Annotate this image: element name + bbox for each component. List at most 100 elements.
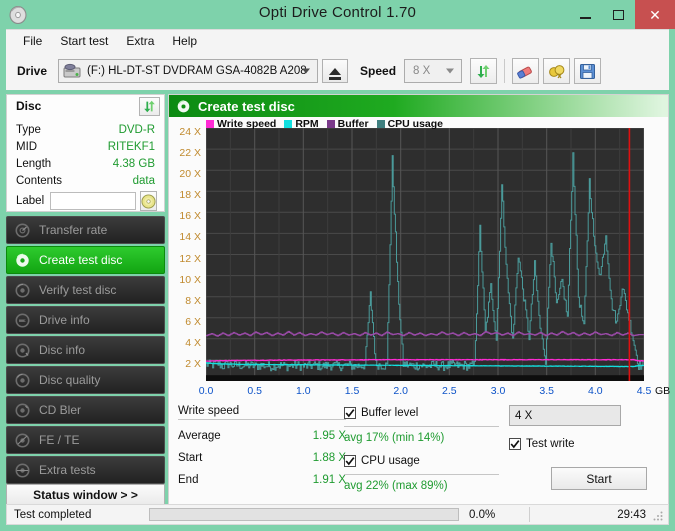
disc-label-key: Label xyxy=(16,195,45,207)
medal-button[interactable] xyxy=(543,58,571,84)
y-axis-tick: 14 X xyxy=(179,231,201,244)
disc-label-input[interactable] xyxy=(50,192,137,210)
legend-item-write-speed: Write speed xyxy=(206,118,276,130)
disc-row-type-key: Type xyxy=(16,123,41,136)
sidebar-item-label: FE / TE xyxy=(39,433,80,447)
chart-y-axis: 2 X 4 X 6 X 8 X 10 X 12 X 14 X 16 X 18 X 20 X 22 X… xyxy=(169,121,203,386)
y-axis-tick: 22 X xyxy=(179,147,201,160)
x-axis-tick: 3.5 xyxy=(539,385,554,397)
y-axis-tick: 16 X xyxy=(179,210,201,223)
disc-label-read-button[interactable] xyxy=(140,191,158,211)
legend-label: Buffer xyxy=(337,118,369,130)
stat-key: Start xyxy=(178,452,203,464)
drive-label: Drive xyxy=(17,64,48,78)
disc-write-icon xyxy=(176,99,191,114)
sidebar-item-disc-info[interactable]: Disc info xyxy=(6,336,165,364)
buffer-level-stat: avg 17% (min 14%) xyxy=(344,432,445,444)
save-button[interactable] xyxy=(574,58,602,84)
y-axis-tick: 6 X xyxy=(185,315,201,328)
speed-label: Speed xyxy=(360,64,397,78)
resize-grip[interactable] xyxy=(653,510,664,521)
left-panel: Disc Type DVD-R MID RITEKF1 Length 4.38 … xyxy=(6,94,165,506)
speed-select[interactable]: 8 X xyxy=(404,59,463,83)
start-button[interactable]: Start xyxy=(551,467,647,490)
menu-item-help[interactable]: Help xyxy=(163,31,206,51)
disc-row-length-key: Length xyxy=(16,157,52,170)
maximize-button[interactable] xyxy=(602,0,635,29)
y-axis-tick: 4 X xyxy=(185,336,201,349)
stat-row-average: Average 1.95 X xyxy=(178,425,346,447)
y-axis-tick: 20 X xyxy=(179,168,201,181)
stat-key: Average xyxy=(178,430,221,442)
menu-item-file[interactable]: File xyxy=(14,31,51,51)
disc-row-mid: MID RITEKF1 xyxy=(16,138,155,155)
disc-row-length-value: 4.38 GB xyxy=(112,157,155,170)
sidebar-item-verify-test-disc[interactable]: Verify test disc xyxy=(6,276,165,304)
chart-plot-area xyxy=(206,128,644,381)
buffer-level-checkbox[interactable] xyxy=(344,407,356,419)
cpu-usage-checkbox[interactable] xyxy=(344,455,356,467)
disc-row-contents-key: Contents xyxy=(16,174,63,187)
minimize-button[interactable] xyxy=(569,0,602,29)
refresh-button[interactable] xyxy=(470,58,498,84)
erase-button[interactable] xyxy=(512,58,540,84)
fe-te-icon xyxy=(14,432,31,449)
x-axis-unit: GB xyxy=(655,385,671,397)
panel-title: Create test disc xyxy=(198,98,295,114)
sidebar-item-fe-te[interactable]: FE / TE xyxy=(6,426,165,454)
divider xyxy=(344,426,499,427)
sidebar-item-drive-info[interactable]: Drive info xyxy=(6,306,165,334)
progress-bar xyxy=(149,508,459,521)
drive-select[interactable]: (F:) HL-DT-ST DVDRAM GSA-4082B A208 xyxy=(58,59,319,83)
disc-info-body: Type DVD-R MID RITEKF1 Length 4.38 GB Co… xyxy=(6,117,165,212)
disc-quality-icon xyxy=(14,372,31,389)
status-window-button[interactable]: Status window > > xyxy=(6,484,165,506)
sidebar-item-create-test-disc[interactable]: Create test disc xyxy=(6,246,165,274)
x-axis-tick: 0.5 xyxy=(247,385,262,397)
x-axis-tick: 2.0 xyxy=(393,385,408,397)
sidebar-item-transfer-rate[interactable]: Transfer rate xyxy=(6,216,165,244)
app-window: Opti Drive Control 1.70 ✕ File Start tes… xyxy=(0,0,675,531)
stat-value: 1.95 X xyxy=(312,430,346,442)
disc-refresh-button[interactable] xyxy=(139,97,160,116)
refresh-icon xyxy=(475,63,492,80)
sidebar-item-disc-quality[interactable]: Disc quality xyxy=(6,366,165,394)
menu-item-start-test[interactable]: Start test xyxy=(51,31,117,51)
y-axis-tick: 2 X xyxy=(185,357,201,370)
drive-select-value: (F:) HL-DT-ST DVDRAM GSA-4082B A208 xyxy=(87,65,307,77)
menu-item-extra[interactable]: Extra xyxy=(117,31,163,51)
eject-button[interactable] xyxy=(322,59,349,83)
cd-bler-icon xyxy=(14,402,31,419)
gauge-icon xyxy=(14,222,31,239)
disc-row-mid-value: RITEKF1 xyxy=(107,140,155,153)
x-axis-tick: 2.5 xyxy=(442,385,457,397)
disc-panel-title: Disc xyxy=(16,99,42,113)
test-speed-select[interactable]: 4 X xyxy=(509,405,621,426)
stat-value: 1.91 X xyxy=(312,474,346,486)
test-write-checkbox[interactable] xyxy=(509,438,521,450)
elapsed-time: 29:43 xyxy=(617,508,646,521)
title-bar: Opti Drive Control 1.70 ✕ xyxy=(0,0,675,29)
close-icon: ✕ xyxy=(649,6,661,23)
test-write-checkbox-row[interactable]: Test write xyxy=(509,436,664,452)
check-icon xyxy=(345,457,355,466)
sidebar-item-cd-bler[interactable]: CD Bler xyxy=(6,396,165,424)
close-button[interactable]: ✕ xyxy=(635,0,675,29)
sidebar-item-label: Create test disc xyxy=(39,253,123,267)
test-speed-value: 4 X xyxy=(515,409,533,422)
sidebar-item-extra-tests[interactable]: Extra tests xyxy=(6,456,165,484)
refresh-icon xyxy=(142,99,157,114)
menu-bar: File Start test Extra Help xyxy=(6,29,669,52)
check-icon xyxy=(510,440,520,449)
chart-legend: Write speed RPM Buffer CPU usage xyxy=(206,117,448,131)
floppy-save-icon xyxy=(579,63,596,80)
status-bar: Test completed 0.0% 29:43 xyxy=(6,504,669,525)
test-controls: 4 X Test write Start xyxy=(509,405,664,490)
divider xyxy=(178,419,346,420)
buffer-level-checkbox-row[interactable]: Buffer level xyxy=(344,405,499,421)
graph-options: Buffer level avg 17% (min 14%) CPU usage… xyxy=(344,405,499,492)
legend-swatch xyxy=(206,120,214,128)
disc-row-mid-key: MID xyxy=(16,140,38,153)
divider xyxy=(344,474,499,475)
cpu-usage-checkbox-row[interactable]: CPU usage xyxy=(344,453,499,469)
